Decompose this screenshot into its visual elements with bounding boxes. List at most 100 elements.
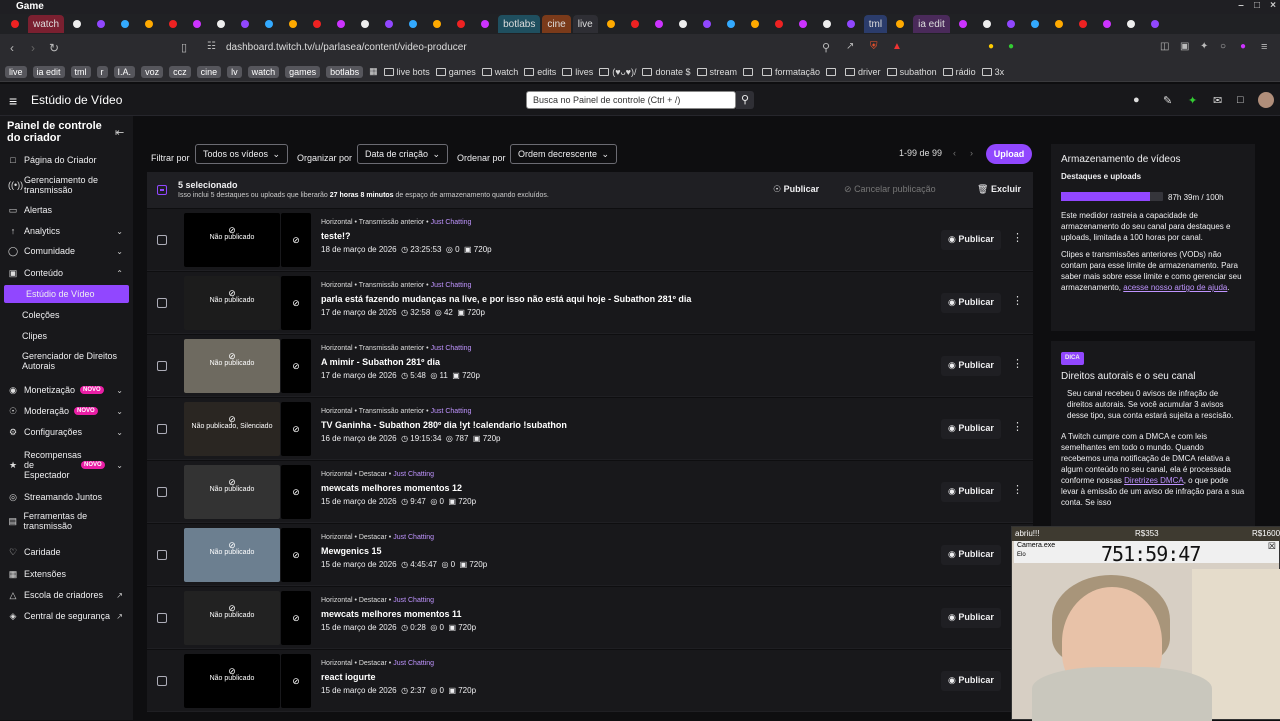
group-dropdown[interactable]: Data de criação ⌄ [357,144,448,164]
publish-button[interactable]: ◉ Publicar [941,230,1001,250]
video-title[interactable]: mewcats melhores momentos 11 [321,609,462,619]
address-url[interactable]: dashboard.twitch.tv/u/parlasea/content/v… [226,42,467,53]
emote-icon[interactable]: ✎ [1163,94,1172,107]
tab[interactable] [1024,15,1046,33]
forward-icon[interactable]: › [31,41,35,55]
tab[interactable] [768,15,790,33]
sidebar-item-comunidade[interactable]: ◯ Comunidade ⌄ [0,242,133,260]
tab[interactable] [624,15,646,33]
video-thumbnail[interactable]: ⊘ Não publicado [184,465,280,519]
video-category[interactable]: Just Chatting [431,345,472,352]
row-checkbox[interactable] [157,235,167,245]
extension-icon[interactable]: ● [1008,41,1014,52]
video-category[interactable]: Just Chatting [431,408,472,415]
bulk-unpublish-button[interactable]: ⊘ Cancelar publicação [837,180,943,200]
bookmark-folder[interactable]: games [435,67,476,77]
video-thumbnail[interactable]: ⊘ Não publicado, Silenciado [184,402,280,456]
visibility-toggle-icon[interactable]: ⊘ [281,528,311,582]
sidebar-toggle-icon[interactable]: ◫ [1160,41,1169,52]
video-category[interactable]: Just Chatting [393,660,434,667]
tab[interactable] [1000,15,1022,33]
sidebar-item-streamando-juntos[interactable]: ◎ Streamando Juntos [0,488,133,506]
tab[interactable] [90,15,112,33]
sidebar-item-clipes[interactable]: Clipes [0,327,133,345]
sidebar-item-conte-do[interactable]: ▣ Conteúdo ⌃ [0,264,133,282]
tab-cine[interactable]: cine [542,15,571,33]
tab[interactable] [1144,15,1166,33]
bookmark-folder[interactable]: live bots [383,67,430,77]
bookmark-chip[interactable]: r [96,65,108,78]
hamburger-menu-icon[interactable]: ≡ [9,93,17,109]
bookmark-chip[interactable]: voz [141,65,164,78]
sidebar-item-est-dio-de-v-deo[interactable]: Estúdio de Vídeo [4,285,129,303]
tab[interactable] [402,15,424,33]
sidebar-item-central-de-seguran-a[interactable]: ◈ Central de segurança ↗ [0,607,133,625]
bookmark-chip[interactable]: cine [196,65,222,78]
video-title[interactable]: teste!? [321,231,351,241]
bookmark-chip[interactable]: games [285,65,321,78]
video-title[interactable]: A mimir - Subathon 281º dia [321,357,440,367]
maximize-icon[interactable]: □ [1250,0,1264,14]
tab[interactable] [186,15,208,33]
select-all-checkbox[interactable] [157,185,167,195]
row-checkbox[interactable] [157,676,167,686]
bookmark-folder[interactable]: (♥ᴗ♥)/ [599,67,636,77]
tab[interactable] [744,15,766,33]
bookmark-folder[interactable]: stream [696,67,737,77]
share-icon[interactable]: ↗ [846,41,854,52]
extensions-icon[interactable]: ✦ [1200,41,1208,52]
publish-button[interactable]: ◉ Publicar [941,608,1001,628]
tab[interactable] [4,15,26,33]
publish-button[interactable]: ◉ Publicar [941,419,1001,439]
row-checkbox[interactable] [157,487,167,497]
search-input[interactable]: Busca no Painel de controle (Ctrl + /) [526,91,736,109]
sidebar-item-configura-es[interactable]: ⚙ Configurações ⌄ [0,423,133,441]
bookmark-icon[interactable]: ▯ [181,41,187,54]
tab[interactable] [1120,15,1142,33]
bookmark-chip[interactable]: lv [227,65,242,78]
tab[interactable] [816,15,838,33]
tab[interactable] [1096,15,1118,33]
video-title[interactable]: TV Ganinha - Subathon 280º dia !yt !cale… [321,420,567,430]
tab[interactable] [354,15,376,33]
bookmark-folder[interactable]: watch [481,67,518,77]
video-category[interactable]: Just Chatting [431,282,472,289]
row-checkbox[interactable] [157,613,167,623]
sidebar-item-caridade[interactable]: ♡ Caridade [0,543,133,561]
bookmark-chip[interactable]: watch [247,65,280,78]
visibility-toggle-icon[interactable]: ⊘ [281,465,311,519]
tab[interactable] [450,15,472,33]
publish-button[interactable]: ◉ Publicar [941,545,1001,565]
sidebar-item-p-gina-do-criador[interactable]: □ Página do Criador [0,151,133,169]
visibility-toggle-icon[interactable]: ⊘ [281,339,311,393]
tab[interactable] [330,15,352,33]
video-title[interactable]: Mewgenics 15 [321,546,382,556]
tab[interactable] [976,15,998,33]
more-options-icon[interactable]: ⋮ [1012,357,1023,370]
tab[interactable] [889,15,911,33]
tab[interactable] [792,15,814,33]
rewards-icon[interactable]: ▲ [892,41,902,52]
tab-ia-edit[interactable]: ia edit [913,15,950,33]
wallet-icon[interactable]: ▣ [1180,41,1189,52]
tab[interactable] [282,15,304,33]
bookmark-chip[interactable]: live [5,65,27,78]
sidebar-item-escola-de-criadores[interactable]: △ Escola de criadores ↗ [0,586,133,604]
sidebar-item-extens-es[interactable]: ▦ Extensões [0,565,133,583]
row-checkbox[interactable] [157,361,167,371]
leo-icon[interactable]: ● [1240,41,1246,52]
help-article-link[interactable]: acesse nosso artigo de ajuda [1123,283,1227,292]
collapse-icon[interactable]: ⇤ [115,126,124,139]
bookmark-chip[interactable]: ia edit [32,65,65,78]
video-title[interactable]: parla está fazendo mudanças na live, e p… [321,294,691,304]
bookmark-folder[interactable]: lives [562,67,593,77]
tab[interactable] [426,15,448,33]
sidebar-item-monetiza-o[interactable]: ◉ Monetização NOVO ⌄ [0,381,133,399]
vpn-icon[interactable]: ○ [1220,41,1226,52]
tab[interactable] [672,15,694,33]
more-options-icon[interactable]: ⋮ [1012,483,1023,496]
row-checkbox[interactable] [157,424,167,434]
tab[interactable] [138,15,160,33]
tab[interactable] [952,15,974,33]
tab[interactable] [162,15,184,33]
